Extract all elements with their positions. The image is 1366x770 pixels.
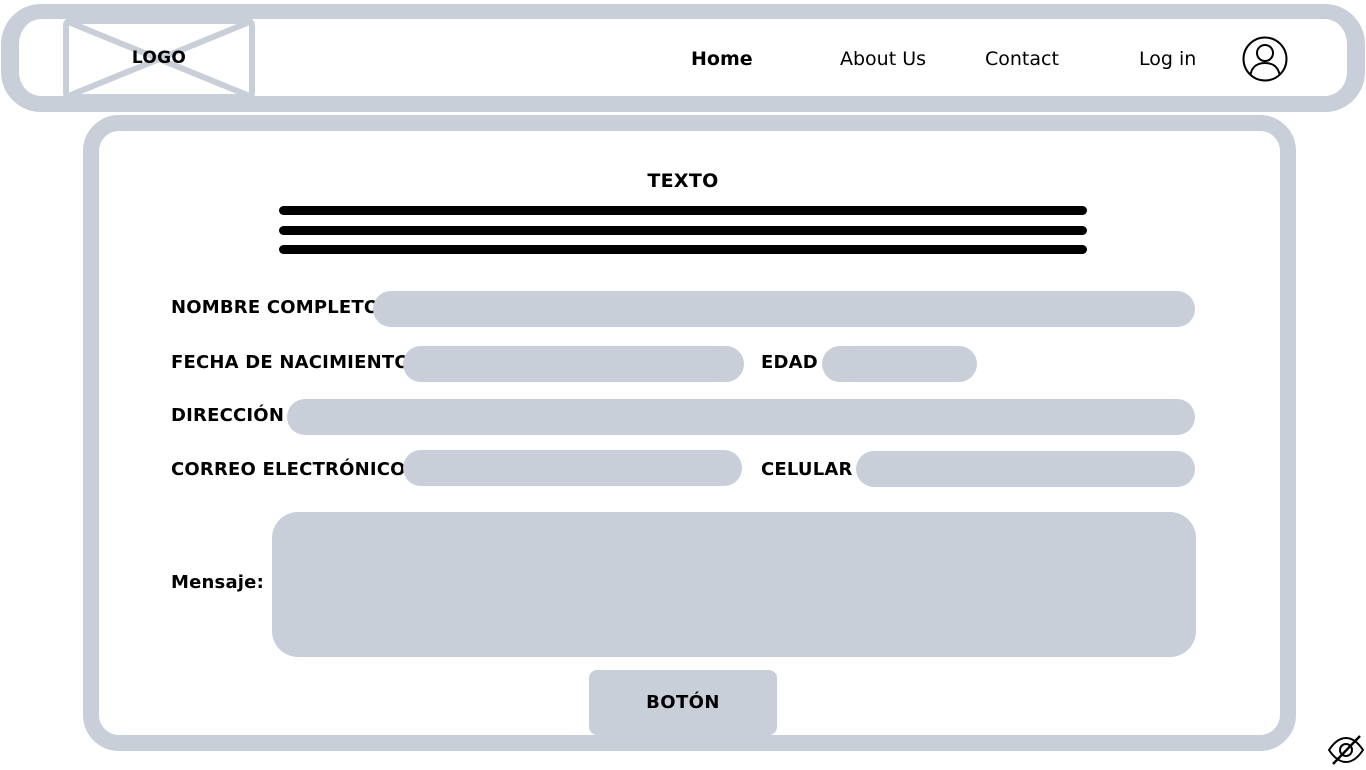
eye-slash-icon bbox=[1327, 735, 1365, 765]
age-label: EDAD bbox=[761, 352, 818, 373]
address-label: DIRECCIÓN bbox=[171, 405, 285, 426]
full-name-input[interactable] bbox=[373, 291, 1195, 327]
nav-about-us-link[interactable]: About Us bbox=[840, 45, 926, 73]
section-title: TEXTO bbox=[647, 170, 719, 192]
phone-input[interactable] bbox=[856, 451, 1195, 487]
birth-date-label: FECHA DE NACIMIENTO bbox=[171, 352, 410, 373]
user-circle-icon bbox=[1242, 36, 1288, 82]
nav-log-in-link[interactable]: Log in bbox=[1139, 45, 1196, 73]
age-input[interactable] bbox=[822, 346, 977, 382]
nav-home-link[interactable]: Home bbox=[691, 45, 753, 73]
user-avatar-button[interactable] bbox=[1242, 36, 1288, 82]
visibility-toggle[interactable] bbox=[1327, 734, 1365, 766]
address-input[interactable] bbox=[287, 399, 1195, 435]
message-textarea[interactable] bbox=[272, 512, 1196, 657]
nav-contact-link[interactable]: Contact bbox=[985, 45, 1059, 73]
email-label: CORREO ELECTRÓNICO bbox=[171, 459, 406, 480]
phone-label: CELULAR bbox=[761, 459, 853, 480]
text-placeholder-line bbox=[279, 245, 1087, 254]
text-placeholder-line bbox=[279, 226, 1087, 235]
message-label: Mensaje: bbox=[171, 572, 264, 593]
text-placeholder-line bbox=[279, 206, 1087, 215]
email-input[interactable] bbox=[403, 450, 742, 486]
logo-text: LOGO bbox=[131, 48, 187, 68]
full-name-label: NOMBRE COMPLETO bbox=[171, 297, 380, 318]
birth-date-input[interactable] bbox=[403, 346, 744, 382]
submit-button[interactable]: BOTÓN bbox=[589, 670, 777, 735]
